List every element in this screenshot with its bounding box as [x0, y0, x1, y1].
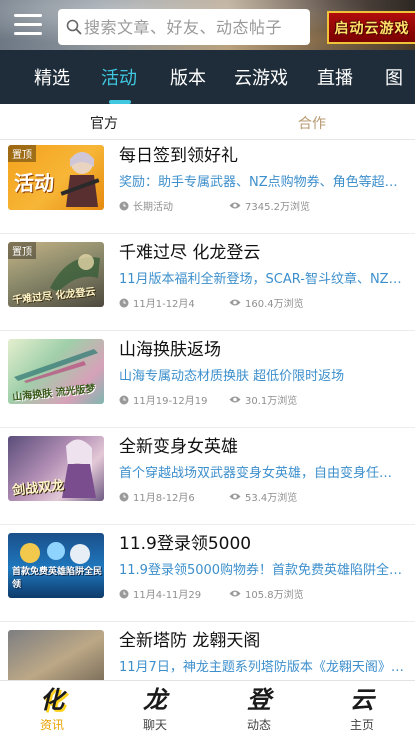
clock-icon: [119, 589, 129, 598]
bottom-tab-chat[interactable]: 龙 聊天: [115, 681, 195, 738]
item-views: 53.4万浏览: [229, 489, 297, 504]
clock-icon: [119, 201, 129, 210]
bottom-tab-label: 主页: [349, 718, 374, 732]
item-date-text: 11月19-12月19: [133, 396, 208, 407]
item-date-text: 11月1-12月4: [133, 299, 195, 310]
chat-icon: 龙: [143, 685, 167, 714]
list-item[interactable]: 置顶 活动 每日签到领好礼 奖励：助手专属武器、NZ点购物券、角色等超值好礼 长…: [0, 141, 415, 234]
clock-icon: [119, 298, 129, 307]
activity-thumbnail: [8, 630, 104, 680]
bottom-tab-label: 聊天: [142, 718, 167, 732]
item-views-text: 105.8万浏览: [245, 590, 304, 601]
bottom-nav: 化 资讯 龙 聊天 登 动态 云 主页: [0, 680, 415, 738]
item-title: 每日签到领好礼: [119, 146, 238, 166]
activity-thumbnail: 置顶 千难过尽 化龙登云: [8, 242, 104, 307]
pinned-badge: 置顶: [8, 242, 36, 259]
bottom-tab-feed[interactable]: 登 动态: [219, 681, 299, 738]
item-views: 105.8万浏览: [229, 586, 304, 601]
tab-more[interactable]: 图: [385, 64, 403, 90]
sub-tabs: 官方 合作: [0, 104, 415, 140]
sub-tab-partner[interactable]: 合作: [298, 113, 326, 133]
menu-icon[interactable]: [14, 14, 42, 36]
thumbnail-text: 首款免费英雄陷阱全民领: [12, 567, 103, 590]
bottom-tab-label: 动态: [246, 718, 271, 732]
eye-icon: [229, 202, 241, 209]
activity-thumbnail: 首款免费英雄陷阱全民领: [8, 533, 104, 598]
item-date: 11月1-12月4: [119, 295, 195, 310]
item-views-text: 30.1万浏览: [245, 396, 298, 407]
item-views: 7345.2万浏览: [229, 198, 310, 213]
clock-icon: [119, 492, 129, 501]
main-nav: 精选 活动 版本 云游戏 直播 图: [0, 50, 415, 104]
thumbnail-text: 千难过尽 化龙登云: [11, 286, 97, 307]
list-item[interactable]: 首款免费英雄陷阱全民领 11.9登录领5000 11.9登录领5000购物券！首…: [0, 525, 415, 622]
item-date-text: 11月4-11月29: [133, 590, 202, 601]
tab-featured[interactable]: 精选: [34, 64, 70, 90]
eye-icon: [229, 396, 241, 403]
item-title: 山海换肤返场: [119, 340, 221, 360]
item-description: 11.9登录领5000购物券！首款免费英雄陷阱全民领取: [119, 563, 405, 578]
cloud-game-label: 启动云游戏: [334, 20, 410, 37]
list-item[interactable]: 全新塔防 龙翱天阁 11月7日，神龙主题系列塔防版本《龙翱天阁》上线: [0, 622, 415, 680]
item-views-text: 7345.2万浏览: [245, 202, 310, 213]
item-views-text: 53.4万浏览: [245, 493, 298, 504]
activity-thumbnail: 剑战双龙: [8, 436, 104, 501]
activity-thumbnail: 置顶 活动: [8, 145, 104, 210]
tab-versions[interactable]: 版本: [170, 64, 206, 90]
tab-activities[interactable]: 活动: [101, 64, 137, 90]
bottom-tab-label: 资讯: [39, 718, 64, 732]
item-date-text: 长期活动: [133, 202, 173, 213]
item-description: 首个穿越战场双武器变身女英雄，自由变身任你选择: [119, 466, 405, 481]
cloud-game-button[interactable]: 启动云游戏: [327, 11, 415, 44]
item-title: 全新变身女英雄: [119, 437, 238, 457]
feed-icon: 登: [247, 685, 271, 714]
thumbnail-text: 山海换肤 流光版梦: [11, 383, 97, 404]
item-description: 山海专属动态材质换肤 超低价限时返场: [119, 369, 345, 384]
profile-icon: 云: [350, 685, 374, 714]
bottom-tab-profile[interactable]: 云 主页: [322, 681, 402, 738]
thumbnail-art: [14, 349, 98, 383]
activity-list: 置顶 活动 每日签到领好礼 奖励：助手专属武器、NZ点购物券、角色等超值好礼 长…: [0, 141, 415, 680]
item-date: 长期活动: [119, 198, 173, 213]
eye-icon: [229, 299, 241, 306]
eye-icon: [229, 493, 241, 500]
item-title: 11.9登录领5000: [119, 534, 252, 554]
list-item[interactable]: 剑战双龙 全新变身女英雄 首个穿越战场双武器变身女英雄，自由变身任你选择 11月…: [0, 428, 415, 525]
item-date: 11月8-12月6: [119, 489, 195, 504]
tab-live[interactable]: 直播: [317, 64, 353, 90]
item-date: 11月19-12月19: [119, 392, 208, 407]
item-date-text: 11月8-12月6: [133, 493, 195, 504]
bottom-tab-news[interactable]: 化 资讯: [12, 681, 92, 738]
item-title: 全新塔防 龙翱天阁: [119, 631, 261, 651]
item-description: 11月版本福利全新登场，SCAR-智斗纹章、NZ点等你拿: [119, 272, 405, 287]
item-date: 11月4-11月29: [119, 586, 201, 601]
search-box[interactable]: [58, 9, 310, 45]
item-description: 奖励：助手专属武器、NZ点购物券、角色等超值好礼: [119, 175, 405, 190]
item-views: 30.1万浏览: [229, 392, 297, 407]
item-views: 160.4万浏览: [229, 295, 304, 310]
activity-thumbnail: 山海换肤 流光版梦: [8, 339, 104, 404]
item-title: 千难过尽 化龙登云: [119, 243, 261, 263]
news-icon: 化: [40, 685, 64, 714]
search-icon: [66, 19, 82, 35]
eye-icon: [229, 590, 241, 597]
list-item[interactable]: 置顶 千难过尽 化龙登云 千难过尽 化龙登云 11月版本福利全新登场，SCAR-…: [0, 234, 415, 331]
top-header: 启动云游戏: [0, 0, 415, 50]
sub-tab-official[interactable]: 官方: [90, 113, 118, 133]
list-item[interactable]: 山海换肤 流光版梦 山海换肤返场 山海专属动态材质换肤 超低价限时返场 11月1…: [0, 331, 415, 428]
character-art: [60, 152, 100, 207]
pinned-badge: 置顶: [8, 145, 36, 162]
clock-icon: [119, 395, 129, 404]
item-views-text: 160.4万浏览: [245, 299, 304, 310]
search-input[interactable]: [84, 12, 300, 42]
thumbnail-text: 活动: [14, 171, 54, 195]
item-description: 11月7日，神龙主题系列塔防版本《龙翱天阁》上线: [119, 660, 405, 675]
tab-cloud-games[interactable]: 云游戏: [234, 64, 288, 90]
